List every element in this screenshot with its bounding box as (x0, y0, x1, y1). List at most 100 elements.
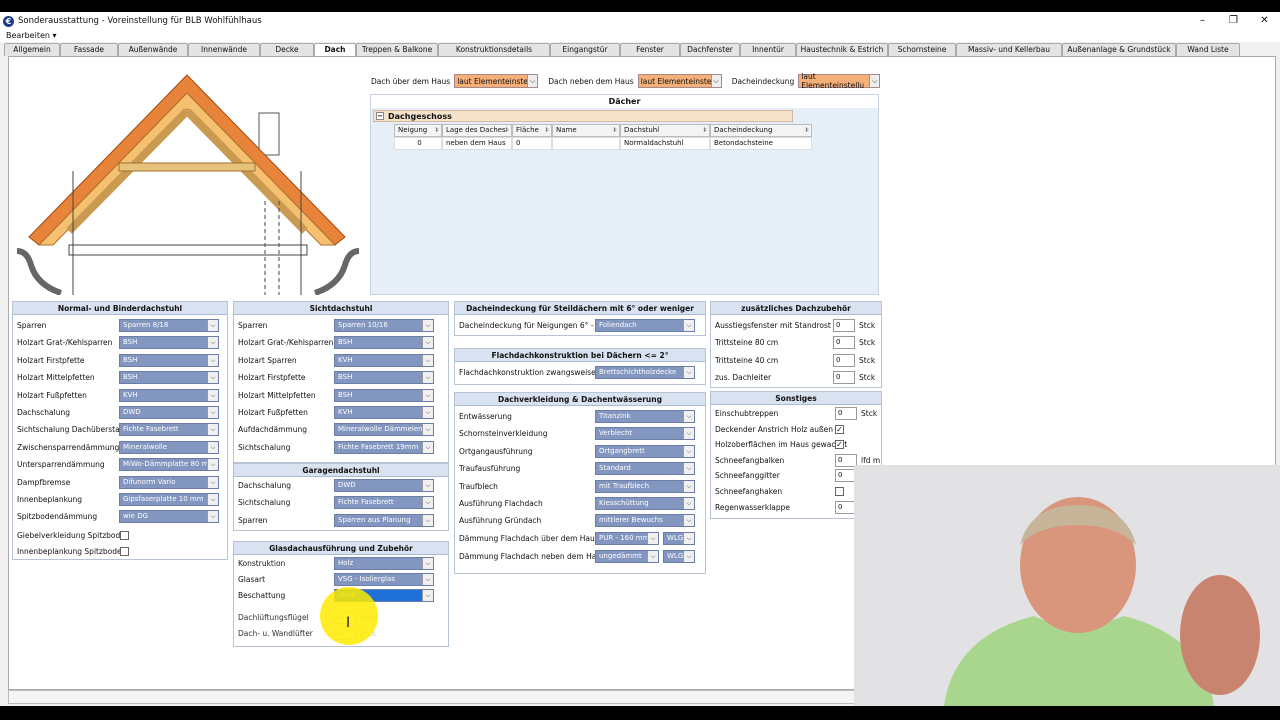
close-button[interactable]: ✕ (1249, 12, 1280, 30)
column-header[interactable]: Lage des Daches ⊧ (442, 124, 512, 137)
wlg-select[interactable]: WLG ⌵ (663, 532, 695, 545)
field-select[interactable]: wie DG ⌵ (119, 510, 219, 524)
field-select[interactable]: Verblecht ⌵ (595, 427, 695, 441)
table-row[interactable]: 0 neben dem Haus 0 Normaldachstuhl Betondach… (394, 137, 819, 150)
tab-schornsteine[interactable]: Schornsteine (888, 43, 956, 56)
column-header[interactable]: Dacheindeckung ⊧ (710, 124, 812, 137)
field-select[interactable]: MiWo-Dämmplatte 80 mm ⌵ (119, 458, 219, 472)
field-select[interactable]: DWD ⌵ (119, 406, 219, 419)
field-select[interactable]: KVH ⌵ (334, 353, 434, 367)
collapse-icon[interactable]: − (376, 112, 384, 120)
field-select[interactable]: mit Traufblech ⌵ (595, 479, 695, 493)
dachgeschoss-group[interactable]: − Dachgeschoss (373, 110, 793, 122)
form-row: Flachdachkonstruktion zwangsweise Brettsc… (455, 365, 705, 381)
field-select[interactable]: Fichte Fasebrett ⌵ (334, 496, 434, 510)
number-input[interactable]: 0 (833, 319, 855, 332)
number-input[interactable]: 0 (835, 407, 857, 420)
field-select[interactable]: Sparren aus Planung ⌵ (334, 513, 434, 527)
form-row: Holzart Grat-/Kehlsparren BSH ⌵ (234, 335, 448, 351)
tab-massiv-und-kellerbau[interactable]: Massiv- und Kellerbau (956, 43, 1062, 56)
chevron-down-icon: ⌵ (869, 75, 880, 87)
checkbox[interactable] (120, 547, 129, 556)
chevron-down-icon: ⌵ (683, 533, 694, 544)
roof-default-row: Dach über dem Haus laut Elementeinstellu… (371, 72, 881, 90)
roof-over-select[interactable]: laut Elementeinstellu ⌵ (454, 74, 539, 88)
tab-innenwände[interactable]: Innenwände (188, 43, 260, 56)
field-select[interactable]: BSH ⌵ (334, 388, 434, 402)
field-select[interactable]: BSH ⌵ (119, 336, 219, 350)
field-select[interactable]: Sparren 10/16 ⌵ (334, 319, 434, 332)
field-select[interactable]: DWD ⌵ (334, 479, 434, 492)
chevron-down-icon: ⌵ (683, 428, 694, 440)
field-select[interactable]: KVH ⌵ (334, 406, 434, 419)
field-select[interactable]: Mineralwolle Dämmelement ⌵ (334, 423, 434, 437)
tab-fassade[interactable]: Fassade (60, 43, 118, 56)
tab-dachfenster[interactable]: Dachfenster (680, 43, 740, 56)
roof-next-select[interactable]: laut Elementeinstellu ⌵ (637, 74, 722, 88)
chevron-down-icon: ⌵ (683, 320, 694, 331)
tab-decke[interactable]: Decke (260, 43, 314, 56)
checkbox[interactable] (835, 487, 844, 496)
tab-haustechnik-estrich[interactable]: Haustechnik & Estrich (796, 43, 888, 56)
number-input[interactable]: 0 (833, 371, 855, 385)
field-select[interactable]: KVH ⌵ (119, 388, 219, 402)
field-select[interactable]: Fichte Fasebrett 19mm ⌵ (334, 440, 434, 454)
tab-fenster[interactable]: Fenster (620, 43, 680, 56)
tab-treppen-balkone[interactable]: Treppen & Balkone (356, 43, 438, 56)
filter-icon[interactable]: ⊧ (435, 125, 439, 136)
chevron-down-icon: ⌵ (207, 337, 218, 349)
field-select[interactable]: Fichte Fasebrett ⌵ (119, 423, 219, 437)
field-select[interactable]: BSH ⌵ (334, 336, 434, 350)
field-select[interactable]: VSG - Isolierglas ⌵ (334, 573, 434, 586)
menu-edit[interactable]: Bearbeiten ▾ (6, 31, 57, 40)
column-header-label: Dacheindeckung (714, 126, 773, 134)
number-input[interactable]: 0 (833, 353, 855, 367)
field-select[interactable]: Gipsfaserplatte 10 mm ⌵ (119, 493, 219, 506)
tab-außenanlage-grundstück[interactable]: Außenanlage & Grundstück (1062, 43, 1176, 56)
tab-strip: Allgemein Fassade Außenwände Innenwände Deck… (4, 43, 1280, 57)
field-select[interactable]: Difunorm Vario ⌵ (119, 475, 219, 489)
column-header[interactable]: Dachstuhl ⊧ (620, 124, 710, 137)
tab-konstruktionsdetails[interactable]: Konstruktionsdetails (438, 43, 550, 56)
field-select[interactable]: ungedämmt ⌵ (595, 550, 659, 563)
tab-innentür[interactable]: Innentür (740, 43, 796, 56)
tab-allgemein[interactable]: Allgemein (4, 43, 60, 56)
field-select[interactable]: mittlerer Bewuchs ⌵ (595, 514, 695, 528)
field-select[interactable]: Holz ⌵ (334, 557, 434, 570)
column-header[interactable]: Neigung ⊧ (394, 124, 442, 137)
field-value: ungedämmt (599, 552, 642, 560)
field-select[interactable]: BSH ⌵ (119, 371, 219, 385)
field-select[interactable]: BSH ⌵ (334, 371, 434, 385)
field-select[interactable]: BSH ⌵ (119, 353, 219, 367)
form-row: Holzart Sparren KVH ⌵ (234, 353, 448, 369)
filter-icon[interactable]: ⊧ (545, 125, 549, 136)
minimize-button[interactable]: – (1187, 12, 1218, 30)
filter-icon[interactable]: ⊧ (613, 125, 617, 136)
checkbox[interactable] (120, 531, 129, 540)
field-select[interactable]: Titanzink ⌵ (595, 410, 695, 423)
filter-icon[interactable]: ⊧ (805, 125, 809, 136)
tab-eingangstür[interactable]: Eingangstür (550, 43, 620, 56)
field-select[interactable]: PUR - 160 mm ⌵ (595, 532, 659, 545)
tab-dach[interactable]: Dach (314, 43, 356, 57)
roof-cover-select[interactable]: laut Elementeinstellu ⌵ (798, 72, 881, 90)
column-header[interactable]: Name ⊧ (552, 124, 620, 137)
checkbox[interactable]: ✓ (835, 424, 844, 434)
field-select[interactable]: Mineralwolle ⌵ (119, 440, 219, 454)
tab-außenwände[interactable]: Außenwände (118, 43, 188, 56)
column-header[interactable]: Fläche ⊧ (512, 124, 552, 137)
filter-icon[interactable]: ⊧ (703, 125, 707, 136)
maximize-button[interactable]: ❐ (1218, 12, 1249, 30)
field-select[interactable]: Foliendach ⌵ (595, 319, 695, 332)
checkbox[interactable]: ✓ (835, 440, 844, 450)
field-select[interactable]: Ortgangbrett ⌵ (595, 444, 695, 458)
field-select[interactable]: Sparren 8/18 ⌵ (119, 319, 219, 332)
wlg-select[interactable]: WLG ⌵ (663, 550, 695, 563)
number-input[interactable]: 0 (833, 336, 855, 350)
field-select[interactable]: Brettschichtholzdecke ⌵ (595, 366, 695, 379)
field-select[interactable]: Standard ⌵ (595, 462, 695, 476)
field-select[interactable]: Kiesschüttung ⌵ (595, 497, 695, 510)
tab-wand-liste[interactable]: Wand Liste (1176, 43, 1240, 56)
field-value: Sparren 10/16 (338, 321, 388, 329)
filter-icon[interactable]: ⊧ (505, 125, 509, 136)
